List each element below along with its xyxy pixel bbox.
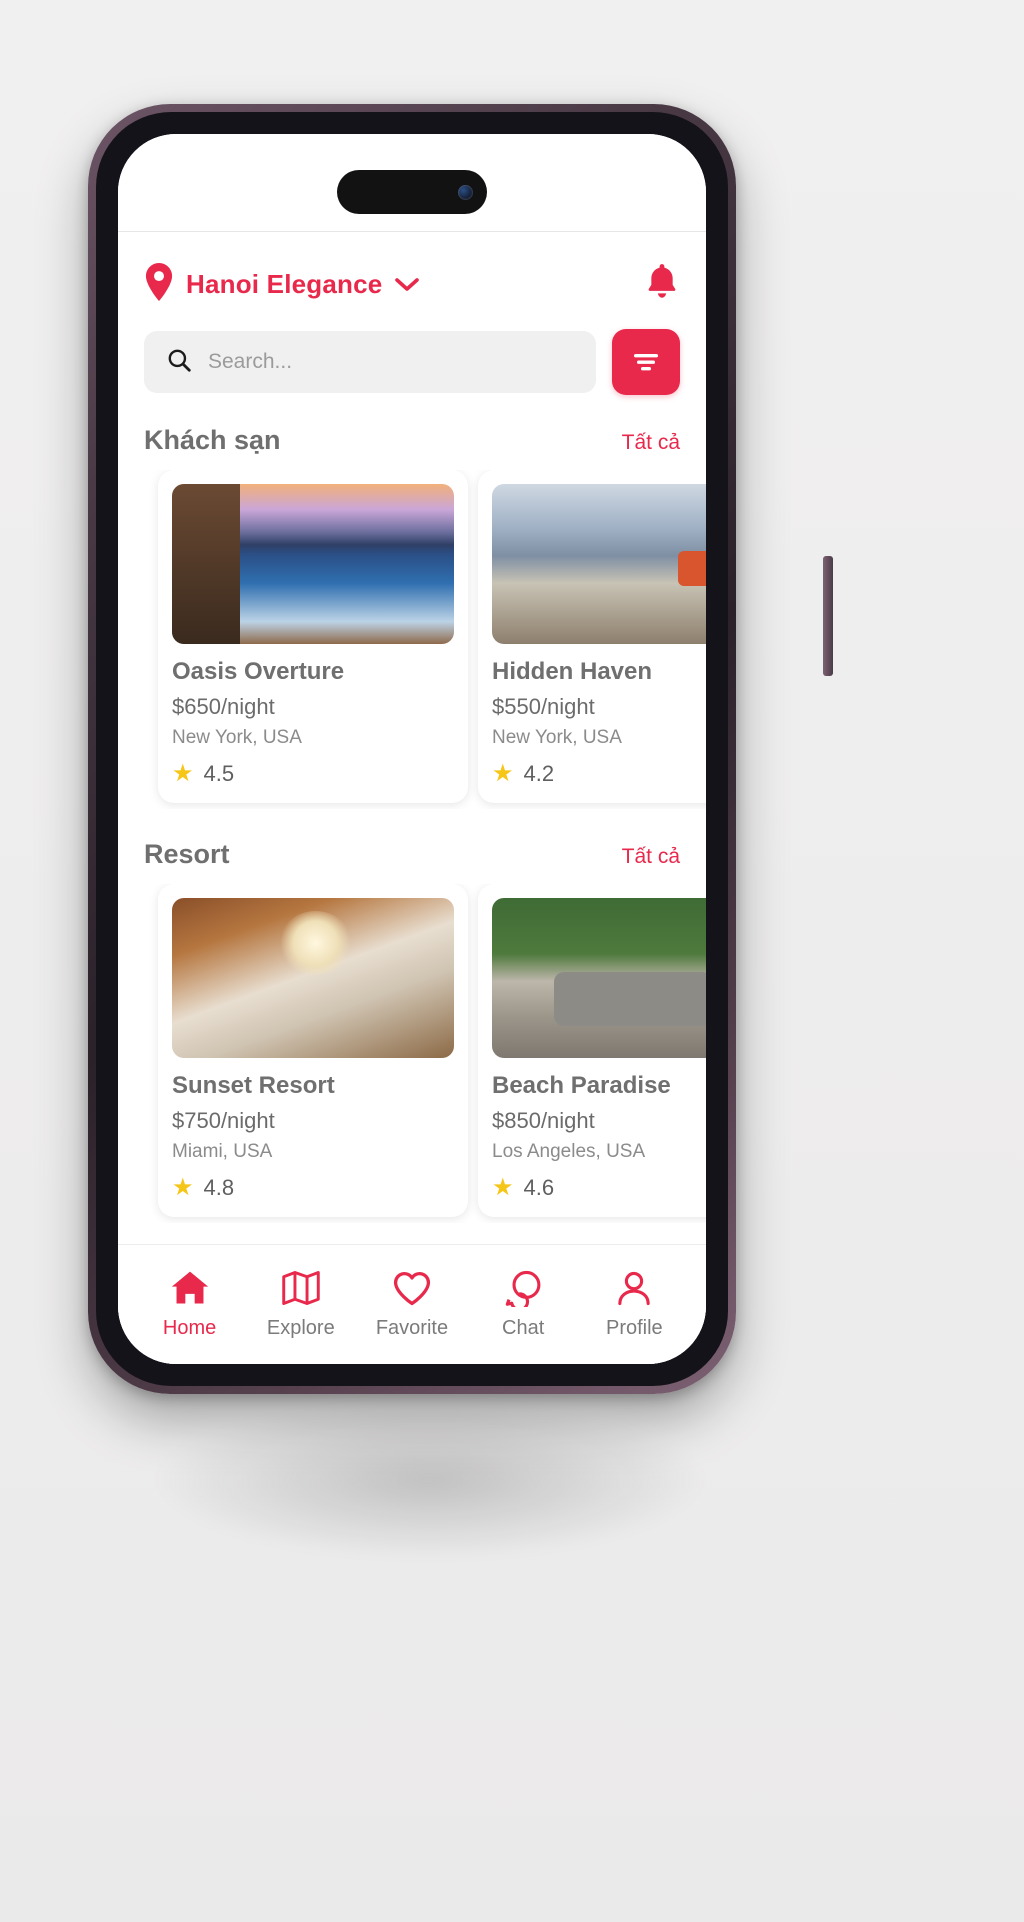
nav-label: Chat <box>502 1317 545 1339</box>
card-location: Miami, USA <box>172 1141 273 1162</box>
search-box[interactable] <box>144 331 596 393</box>
card-location: Los Angeles, USA <box>492 1141 646 1162</box>
nav-item-favorite[interactable]: Favorite <box>357 1269 467 1340</box>
hotel-card[interactable]: Oasis Overture $650/night New York, USA … <box>158 470 468 803</box>
card-image <box>172 484 454 644</box>
section-header-hotels: Khách sạn Tất cả <box>118 395 706 470</box>
card-price: $550/night <box>492 694 595 719</box>
filter-icon <box>634 354 658 371</box>
chat-bubble-icon <box>505 1270 541 1307</box>
card-price: $750/night <box>172 1108 275 1133</box>
bell-icon <box>648 264 676 298</box>
scroll-content[interactable]: Hanoi Elegance Search... Khách sạn Tất c… <box>118 232 706 1244</box>
hotel-card[interactable]: Hidden Haven $550/night New York, USA ★ … <box>478 470 706 803</box>
phone-bezel: Hanoi Elegance Search... Khách sạn Tất c… <box>96 112 728 1386</box>
rating-value: 4.6 <box>523 1175 555 1200</box>
card-row-hotels[interactable]: Oasis Overture $650/night New York, USA … <box>118 470 706 809</box>
card-location: New York, USA <box>172 727 302 748</box>
nav-item-profile[interactable]: Profile <box>579 1269 689 1340</box>
user-icon <box>618 1271 651 1306</box>
screenshot-stage: Hanoi Elegance Search... Khách sạn Tất c… <box>0 0 1024 1922</box>
heart-icon <box>393 1271 431 1306</box>
card-title: Oasis Overture <box>172 658 345 685</box>
nav-label: Favorite <box>375 1317 449 1339</box>
section-title: Resort <box>144 839 230 869</box>
phone-screen: Hanoi Elegance Search... Khách sạn Tất c… <box>118 134 706 1364</box>
bottom-navigation: Home Explore Favorite Chat Profile <box>118 1244 706 1364</box>
notification-button[interactable] <box>644 262 680 307</box>
star-icon: ★ <box>172 760 194 787</box>
filter-button[interactable] <box>612 329 680 395</box>
section-header-resort: Resort Tất cả <box>118 809 706 884</box>
star-icon: ★ <box>172 1174 194 1201</box>
home-icon <box>171 1271 208 1304</box>
star-icon: ★ <box>492 760 514 787</box>
card-rating: ★ 4.2 <box>492 761 706 787</box>
card-title: Sunset Resort <box>172 1072 335 1099</box>
power-button[interactable] <box>823 556 833 676</box>
card-price: $650/night <box>172 694 275 719</box>
rating-value: 4.5 <box>203 761 235 786</box>
card-image <box>492 484 706 644</box>
card-title: Hidden Haven <box>492 658 653 685</box>
map-pin-icon <box>144 263 174 306</box>
nav-item-chat[interactable]: Chat <box>468 1269 578 1340</box>
card-price: $850/night <box>492 1108 595 1133</box>
card-rating: ★ 4.5 <box>172 761 454 787</box>
rating-value: 4.8 <box>203 1175 235 1200</box>
rating-value: 4.2 <box>523 761 555 786</box>
card-rating: ★ 4.8 <box>172 1175 454 1201</box>
card-image <box>492 898 706 1058</box>
see-all-link[interactable]: Tất cả <box>622 431 680 455</box>
dynamic-island <box>337 170 487 214</box>
nav-item-explore[interactable]: Explore <box>246 1269 356 1340</box>
search-icon <box>166 347 192 378</box>
resort-card[interactable]: Beach Paradise $850/night Los Angeles, U… <box>478 884 706 1217</box>
map-icon <box>282 1270 320 1306</box>
star-icon: ★ <box>492 1174 514 1201</box>
card-rating: ★ 4.6 <box>492 1175 706 1201</box>
phone-drop-shadow <box>150 1400 710 1560</box>
section-header-homestay: Homestay Tất cả <box>118 1223 706 1244</box>
app-root: Hanoi Elegance Search... Khách sạn Tất c… <box>118 134 706 1364</box>
card-row-resort[interactable]: Sunset Resort $750/night Miami, USA ★ 4.… <box>118 884 706 1223</box>
card-location: New York, USA <box>492 727 622 748</box>
location-name: Hanoi Elegance <box>186 269 383 299</box>
resort-card[interactable]: Sunset Resort $750/night Miami, USA ★ 4.… <box>158 884 468 1217</box>
nav-label: Home <box>162 1317 217 1339</box>
see-all-link[interactable]: Tất cả <box>622 845 680 869</box>
chevron-down-icon[interactable] <box>394 276 420 294</box>
search-row <box>118 319 706 395</box>
phone-frame: Hanoi Elegance Search... Khách sạn Tất c… <box>88 104 833 1394</box>
front-camera-icon <box>458 184 473 200</box>
nav-label: Explore <box>266 1317 335 1339</box>
search-input[interactable] <box>208 350 574 374</box>
section-title: Khách sạn <box>144 425 281 455</box>
nav-item-home[interactable]: Home <box>135 1269 245 1340</box>
card-title: Beach Paradise <box>492 1072 671 1099</box>
card-image <box>172 898 454 1058</box>
app-header: Hanoi Elegance <box>118 232 706 319</box>
location-selector[interactable]: Hanoi Elegance <box>144 263 420 306</box>
nav-label: Profile <box>605 1317 663 1339</box>
